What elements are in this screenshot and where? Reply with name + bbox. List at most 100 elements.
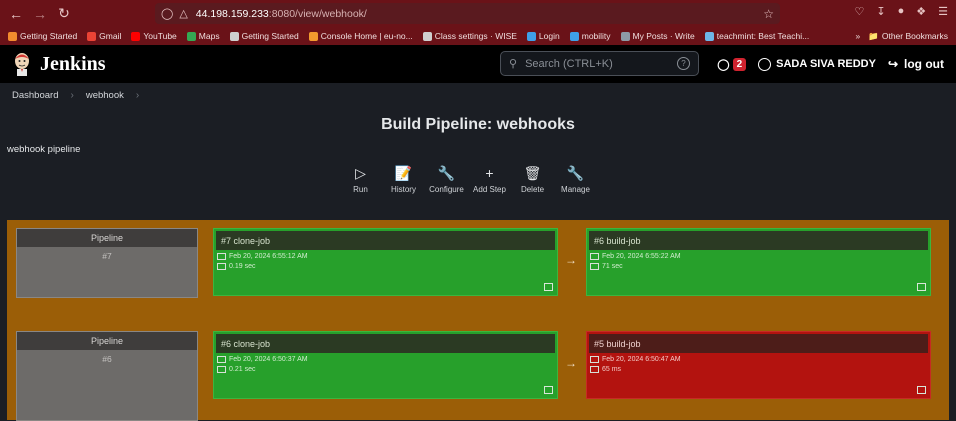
download-icon[interactable]: ↧ <box>876 5 885 18</box>
add-step-button[interactable]: + Add Step <box>468 164 511 199</box>
job-name[interactable]: #5 build-job <box>589 334 928 353</box>
job-name[interactable]: #6 build-job <box>589 231 928 250</box>
job-duration-line: 65 ms <box>587 366 930 373</box>
bookmark-item[interactable]: Class settings · WISE <box>422 31 517 41</box>
bookmark-item[interactable]: mobility <box>569 31 611 41</box>
bookmark-favicon-icon <box>569 31 579 41</box>
job-date-line: Feb 20, 2024 6:55:22 AM <box>587 253 930 260</box>
breadcrumb-webhook[interactable]: webhook <box>86 90 124 101</box>
bookmark-item[interactable]: Gmail <box>87 31 121 41</box>
brand-name: Jenkins <box>40 52 106 75</box>
bookmark-favicon-icon <box>131 31 141 41</box>
breadcrumb-dashboard[interactable]: Dashboard <box>12 90 58 101</box>
calendar-icon <box>590 356 599 363</box>
chevron-right-icon[interactable]: › <box>136 90 139 101</box>
manage-button[interactable]: 🔧 Manage <box>554 164 597 199</box>
job-date: Feb 20, 2024 6:50:37 AM <box>229 356 308 363</box>
job-name[interactable]: #7 clone-job <box>216 231 555 250</box>
bookmark-label: Maps <box>198 31 220 41</box>
address-bar[interactable]: ◯ △ 44.198.159.233:8080/view/webhook/ ☆ <box>155 3 780 24</box>
forward-icon[interactable]: → <box>28 2 52 26</box>
build-job-card[interactable]: #6 build-job Feb 20, 2024 6:55:22 AM 71 … <box>586 228 931 296</box>
bookmark-favicon-icon <box>87 31 97 41</box>
pipeline-cell[interactable]: Pipeline #7 <box>16 228 198 298</box>
notepad-icon: 📝 <box>394 164 413 181</box>
jenkins-logo[interactable]: Jenkins <box>12 52 106 76</box>
url-host: 44.198.159.233 <box>195 7 269 20</box>
folder-icon: 📁 <box>868 30 879 41</box>
job-date-line: Feb 20, 2024 6:50:47 AM <box>587 356 930 363</box>
chevron-right-icon: › <box>70 89 74 101</box>
job-date-line: Feb 20, 2024 6:55:12 AM <box>214 253 557 260</box>
arrow-right-icon: → <box>565 356 577 370</box>
build-job-card[interactable]: #6 clone-job Feb 20, 2024 6:50:37 AM 0.2… <box>213 331 558 399</box>
bookmark-star-icon[interactable]: ☆ <box>763 7 774 21</box>
bookmark-item[interactable]: My Posts · Write <box>620 31 695 41</box>
pipeline-cell[interactable]: Pipeline #6 <box>16 331 198 421</box>
clock-icon <box>590 263 599 270</box>
page-info-icon[interactable]: △ <box>179 7 187 20</box>
logout-label: log out <box>904 57 944 71</box>
user-menu[interactable]: SADA SIVA REDDY <box>758 57 876 71</box>
job-duration-line: 0.21 sec <box>214 366 557 373</box>
other-bookmarks[interactable]: 📁 Other Bookmarks <box>868 31 948 42</box>
account-icon[interactable]: ● <box>898 5 905 18</box>
console-icon[interactable] <box>544 386 553 394</box>
build-job-card[interactable]: #5 build-job Feb 20, 2024 6:50:47 AM 65 … <box>586 331 931 399</box>
bookmark-item[interactable]: teachmint: Best Teachi... <box>704 31 809 41</box>
job-duration: 0.21 sec <box>229 366 256 373</box>
job-date: Feb 20, 2024 6:55:22 AM <box>602 253 681 260</box>
console-icon[interactable] <box>544 283 553 291</box>
security-alerts[interactable]: ◯ 2 <box>717 57 747 71</box>
pipeline-label: Pipeline <box>17 332 197 350</box>
logout-link[interactable]: ↪ log out <box>888 57 944 71</box>
bookmark-item[interactable]: Login <box>526 31 560 41</box>
pipeline-area: Pipeline #7 #7 clone-job Feb 20, 2024 6:… <box>7 220 949 421</box>
configure-button[interactable]: 🔧 Configure <box>425 164 468 199</box>
extensions-icon[interactable]: ❖ <box>916 5 926 18</box>
search-placeholder: Search (CTRL+K) <box>525 57 613 70</box>
clock-icon <box>217 263 226 270</box>
console-icon[interactable] <box>917 283 926 291</box>
reload-icon[interactable]: ↻ <box>52 2 76 26</box>
bookmark-item[interactable]: Getting Started <box>229 31 299 41</box>
bookmark-item[interactable]: Getting Started <box>8 31 77 41</box>
build-job-card[interactable]: #7 clone-job Feb 20, 2024 6:55:12 AM 0.1… <box>213 228 558 296</box>
job-date: Feb 20, 2024 6:50:47 AM <box>602 356 681 363</box>
history-button[interactable]: 📝 History <box>382 164 425 199</box>
calendar-icon <box>217 253 226 260</box>
calendar-icon <box>217 356 226 363</box>
view-description: webhook pipeline <box>7 144 81 155</box>
bookmark-favicon-icon <box>422 31 432 41</box>
job-duration: 71 sec <box>602 263 623 270</box>
bookmark-item[interactable]: Maps <box>186 31 220 41</box>
browser-toolbar: ← → ↻ ◯ △ 44.198.159.233:8080/view/webho… <box>0 0 956 27</box>
bookmark-item[interactable]: Console Home | eu-no... <box>308 31 413 41</box>
bookmark-label: Gmail <box>99 31 122 41</box>
job-duration-line: 71 sec <box>587 263 930 270</box>
bookmark-item[interactable]: YouTube <box>131 31 177 41</box>
menu-icon[interactable]: ☰ <box>938 5 948 18</box>
back-icon[interactable]: ← <box>4 2 28 26</box>
bookmark-favicon-icon <box>186 31 196 41</box>
breadcrumb: Dashboard › webhook › <box>0 83 956 107</box>
play-icon: ▷ <box>355 164 366 181</box>
console-icon[interactable] <box>917 386 926 394</box>
job-name[interactable]: #6 clone-job <box>216 334 555 353</box>
help-icon[interactable]: ? <box>677 57 690 70</box>
run-button[interactable]: ▷ Run <box>339 164 382 199</box>
bookmarks-overflow-icon[interactable]: » <box>856 31 861 41</box>
bookmark-label: Console Home | eu-no... <box>320 31 413 41</box>
pipeline-number: #6 <box>102 354 112 364</box>
pocket-icon[interactable]: ♡ <box>855 5 865 18</box>
pipeline-number: #7 <box>102 251 112 261</box>
delete-button[interactable]: 🗑 Delete <box>511 164 554 199</box>
job-duration-line: 0.19 sec <box>214 263 557 270</box>
search-input[interactable]: ⚲ Search (CTRL+K) ? <box>500 51 699 76</box>
trash-icon: 🗑 <box>523 164 542 181</box>
user-icon <box>758 57 772 71</box>
shield-icon[interactable]: ◯ <box>161 7 173 20</box>
logout-icon: ↪ <box>887 57 899 71</box>
bookmark-favicon-icon <box>704 31 714 41</box>
bookmark-label: My Posts · Write <box>632 31 695 41</box>
